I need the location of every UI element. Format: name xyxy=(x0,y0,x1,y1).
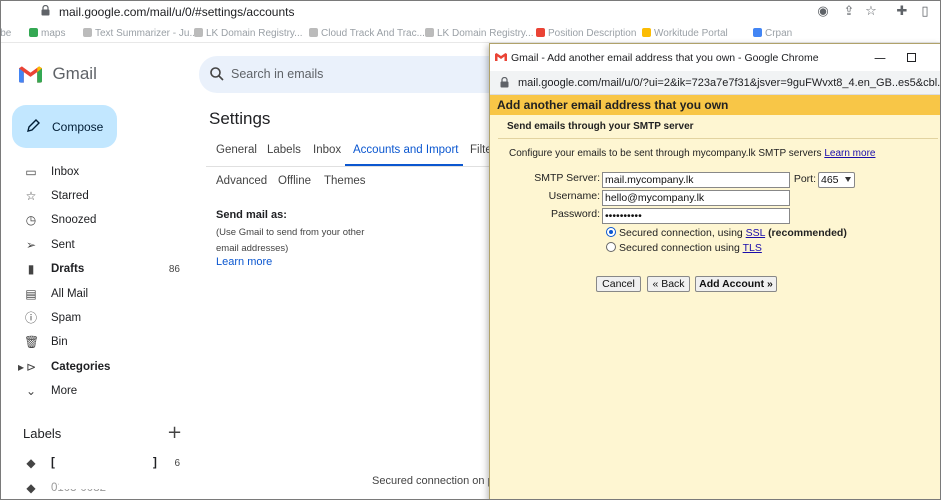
gmail-logo-icon xyxy=(19,66,42,83)
eye-icon[interactable]: ◉ xyxy=(815,4,831,20)
password-label: Password: xyxy=(550,208,600,220)
bookmark-item[interactable]: Position Description xyxy=(536,28,636,39)
settings-row-fragment: Secured connection on p xyxy=(372,475,494,487)
screen: mail.google.com/mail/u/0/#settings/accou… xyxy=(0,0,941,500)
all-mail-icon: ▤ xyxy=(25,287,37,301)
label-tag-icon: ◆ xyxy=(26,456,36,470)
popup-description: Configure your emails to be sent through… xyxy=(509,148,876,159)
lock-icon xyxy=(500,77,509,88)
tab-inbox[interactable]: Inbox xyxy=(313,144,341,156)
nav-item-sent[interactable]: ➢ Sent xyxy=(1,234,191,258)
bookmark-item[interactable]: maps xyxy=(29,28,65,39)
nav-item-all-mail[interactable]: ▤ All Mail xyxy=(1,283,191,307)
minimize-icon[interactable]: — xyxy=(874,51,886,65)
gmail-logo-text: Gmail xyxy=(52,64,97,83)
compose-label: Compose xyxy=(52,120,104,134)
ssl-radio[interactable] xyxy=(606,227,616,237)
inbox-icon: ▭ xyxy=(25,165,37,179)
address-url[interactable]: mail.google.com/mail/u/0/#settings/accou… xyxy=(59,5,294,19)
drafts-count: 86 xyxy=(168,264,180,275)
username-label: Username: xyxy=(548,190,600,202)
nav-item-bin[interactable]: 🗑 Bin xyxy=(1,331,191,355)
redaction-box xyxy=(59,453,152,489)
nav-item-more[interactable]: ⌄ More xyxy=(1,380,191,404)
send-mail-heading: Send mail as: xyxy=(216,209,287,221)
port-label: Port: xyxy=(793,173,816,185)
clock-icon: ◷ xyxy=(25,213,37,227)
lock-icon xyxy=(41,5,50,16)
tab-advanced[interactable]: Advanced xyxy=(216,175,267,187)
bookmark-item[interactable]: Text Summarizer - Ju... xyxy=(83,28,198,39)
trash-icon: 🗑 xyxy=(24,335,40,349)
popup-subheading-bar: Send emails through your SMTP server xyxy=(498,117,938,139)
popup-heading-bar: Add another email address that you own xyxy=(490,95,940,115)
password-input[interactable]: •••••••••• xyxy=(602,208,790,224)
compose-button[interactable]: Compose xyxy=(12,105,117,148)
username-input[interactable]: hello@mycompany.lk xyxy=(602,190,790,206)
ssl-option[interactable]: Secured connection, using SSL (recommend… xyxy=(606,227,847,239)
tab-themes[interactable]: Themes xyxy=(324,175,366,187)
learn-more-link[interactable]: Learn more xyxy=(216,256,272,268)
bookmarks-bar: ibe maps Text Summarizer - Ju... LK Doma… xyxy=(1,23,940,43)
draft-icon: ▮ xyxy=(27,262,35,276)
add-email-popup-window: Gmail - Add another email address that y… xyxy=(489,43,940,499)
page-title: Settings xyxy=(209,109,271,128)
popup-url[interactable]: mail.google.com/mail/u/0/?ui=2&ik=723a7e… xyxy=(518,77,940,89)
popup-window-title: Gmail - Add another email address that y… xyxy=(511,52,819,64)
cancel-button[interactable]: Cancel xyxy=(596,276,641,292)
smtp-server-label: SMTP Server: xyxy=(534,172,600,184)
search-icon xyxy=(210,67,224,81)
sidepanel-icon[interactable]: ▯ xyxy=(917,4,933,20)
star-icon: ☆ xyxy=(25,189,37,203)
bookmark-item[interactable]: ibe xyxy=(1,28,11,39)
bookmark-item[interactable]: Workitude Portal xyxy=(642,28,728,39)
star-bookmark-icon[interactable]: ☆ xyxy=(863,4,879,20)
maximize-icon[interactable] xyxy=(907,53,916,62)
search-input[interactable]: Search in emails xyxy=(231,67,323,81)
browser-address-bar: mail.google.com/mail/u/0/#settings/accou… xyxy=(1,1,940,23)
popup-learn-more-link[interactable]: Learn more xyxy=(824,148,875,159)
ssl-link[interactable]: SSL xyxy=(746,227,765,239)
send-mail-description: (Use Gmail to send from your other email… xyxy=(216,227,365,254)
bookmark-item[interactable]: LK Domain Registry... xyxy=(425,28,534,39)
port-select[interactable]: 465 xyxy=(818,172,855,188)
bookmark-item[interactable]: Cloud Track And Trac... xyxy=(309,28,425,39)
tls-radio[interactable] xyxy=(606,242,616,252)
back-button[interactable]: « Back xyxy=(647,276,690,292)
tls-option[interactable]: Secured connection using TLS xyxy=(606,242,762,254)
add-account-button[interactable]: Add Account » xyxy=(695,276,777,292)
nav-item-starred[interactable]: ☆ Starred xyxy=(1,185,191,209)
chevron-down-icon: ⌄ xyxy=(25,384,37,398)
spam-icon: ⓘ xyxy=(24,311,37,325)
nav-item-categories[interactable]: ▸ ⊳ Categories xyxy=(1,356,191,380)
popup-subheading: Send emails through your SMTP server xyxy=(507,121,694,132)
tls-link[interactable]: TLS xyxy=(743,242,762,254)
popup-heading: Add another email address that you own xyxy=(497,98,729,112)
gmail-favicon-icon xyxy=(495,53,507,61)
extensions-icon[interactable]: ✚ xyxy=(894,4,910,20)
gmail-logo[interactable]: Gmail xyxy=(19,64,97,84)
pencil-icon xyxy=(27,119,40,132)
tab-labels[interactable]: Labels xyxy=(267,144,301,156)
popup-address-bar: mail.google.com/mail/u/0/?ui=2&ik=723a7e… xyxy=(490,71,940,95)
bookmark-item[interactable]: LK Domain Registry... xyxy=(194,28,303,39)
tab-offline[interactable]: Offline xyxy=(278,175,311,187)
divider xyxy=(206,166,496,167)
nav-item-snoozed[interactable]: ◷ Snoozed xyxy=(1,209,191,233)
nav-item-spam[interactable]: ⓘ Spam xyxy=(1,307,191,331)
send-icon: ➢ xyxy=(25,238,37,252)
label-icon: ⊳ xyxy=(25,360,37,374)
tab-accounts-import[interactable]: Accounts and Import xyxy=(353,144,458,156)
share-icon[interactable]: ⇪ xyxy=(841,4,857,20)
label-tag-icon: ◆ xyxy=(26,481,36,495)
search-bar[interactable]: Search in emails xyxy=(199,56,499,93)
bookmark-item[interactable]: Crpan xyxy=(753,28,792,39)
nav-item-inbox[interactable]: ▭ Inbox xyxy=(1,161,191,185)
labels-heading: Labels xyxy=(23,426,62,441)
tab-general[interactable]: General xyxy=(216,144,257,156)
chevron-down-icon xyxy=(845,177,851,182)
nav-item-drafts[interactable]: ▮ Drafts 86 xyxy=(1,258,191,282)
add-label-icon[interactable]: + xyxy=(167,422,182,443)
popup-title-bar: Gmail - Add another email address that y… xyxy=(490,44,940,71)
